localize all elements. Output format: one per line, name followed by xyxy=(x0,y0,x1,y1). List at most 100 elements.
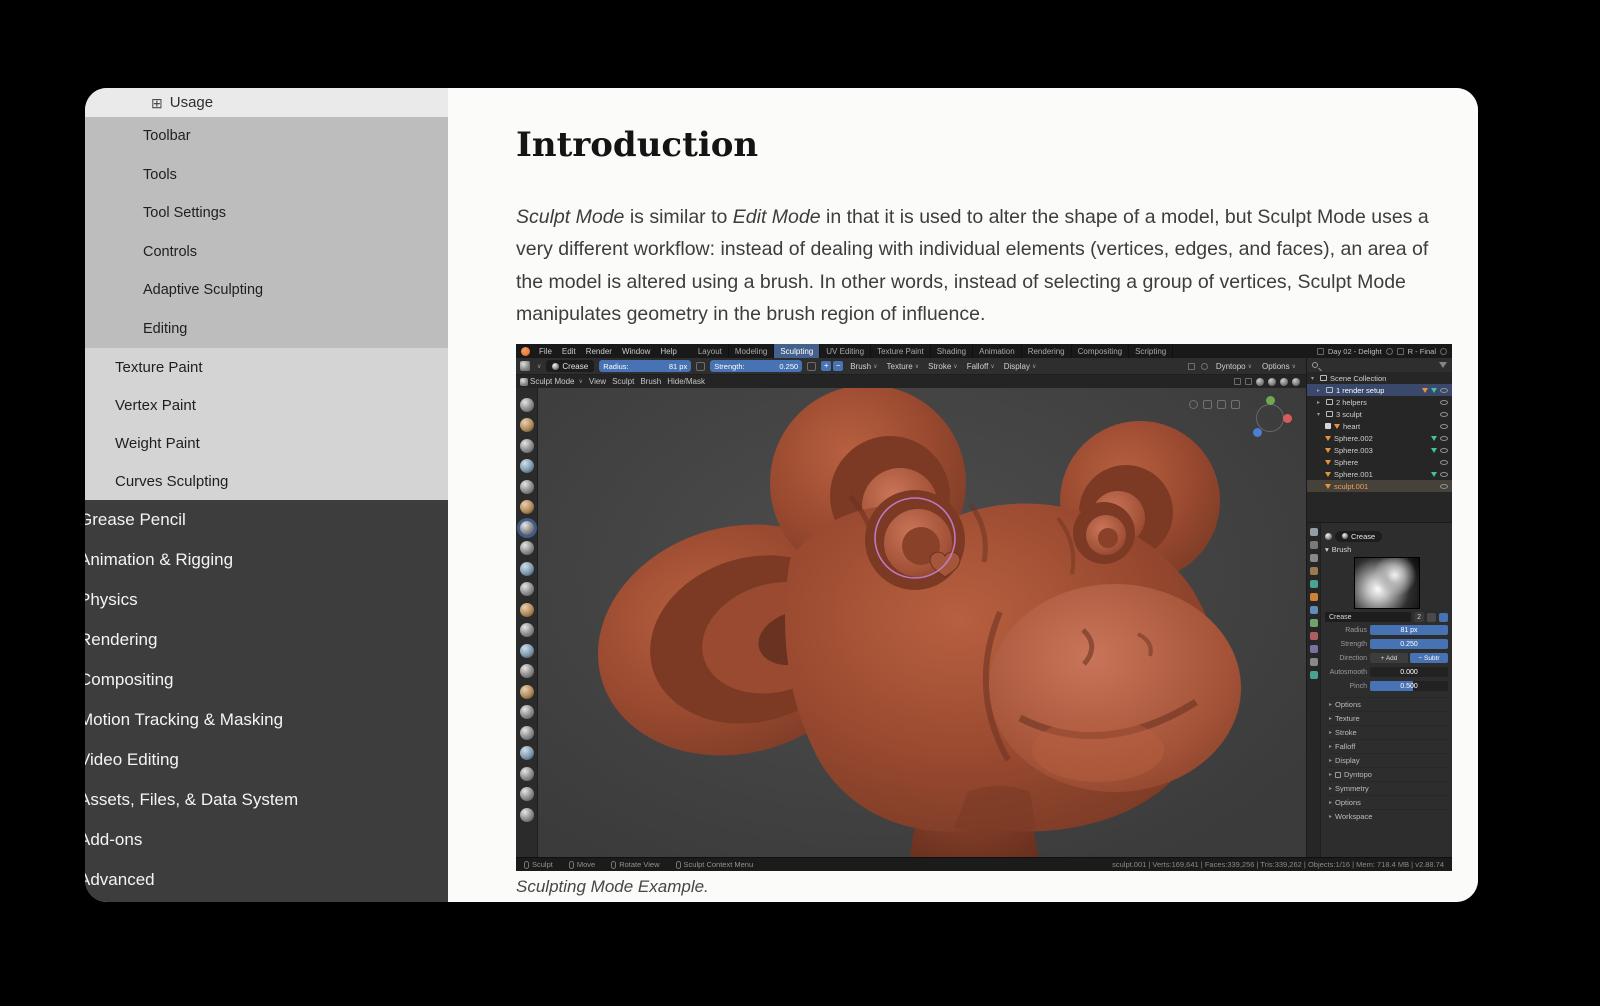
section-texture: ▸ Texture xyxy=(1325,711,1448,725)
mesh-icon xyxy=(1325,435,1331,441)
solid-shading-icon xyxy=(1268,377,1276,386)
mouse-middle-icon xyxy=(611,860,617,869)
inflate-brush-icon xyxy=(519,500,534,514)
selectable-checkbox xyxy=(1325,423,1331,429)
layer-brush-icon xyxy=(519,479,534,494)
docs-sidebar: ⊞ Usage Toolbar Tools Tool Settings Cont… xyxy=(85,88,448,902)
properties-tab-strip xyxy=(1307,523,1321,857)
section-display: ▸ Display xyxy=(1325,753,1448,767)
visibility-eye-icon xyxy=(1440,447,1448,453)
brush-datablock-field: Crease xyxy=(546,360,595,372)
physics-properties-icon xyxy=(1309,632,1318,640)
sidebar-section-usage-children: Toolbar Tools Tool Settings Controls Ada… xyxy=(85,117,448,348)
menu-window: Window xyxy=(621,346,651,356)
brush-icon xyxy=(552,362,560,370)
viewport-header-right xyxy=(1234,377,1306,386)
snap-icon xyxy=(1187,362,1195,370)
properties-content: Crease ▾ Brush Crease 2 Radius 81 px Str… xyxy=(1321,523,1452,857)
outliner-row-helpers: ▸ 2 helpers xyxy=(1307,396,1452,408)
toggle-perspective-icon xyxy=(1231,400,1240,409)
italic-sculpt-mode: Sculpt Mode xyxy=(516,205,625,228)
user-count-badge: 2 xyxy=(1414,612,1424,622)
mode-selector: Sculpt Mode ∨ xyxy=(520,377,583,386)
scene-icon xyxy=(1316,347,1324,355)
brush-name-row: Crease 2 xyxy=(1325,611,1448,623)
collection-icon xyxy=(1326,399,1333,405)
sidebar-item-animation-rigging[interactable]: Animation & Rigging xyxy=(85,540,448,580)
sidebar-item-toolbar[interactable]: Toolbar xyxy=(85,117,448,156)
direction-add-button: + Add xyxy=(1370,653,1408,663)
strength-pressure-icon xyxy=(807,361,817,371)
direction-toggle: + − xyxy=(821,361,844,371)
sidebar-item-usage[interactable]: ⊞ Usage xyxy=(85,88,448,117)
mesh-icon xyxy=(1325,459,1331,465)
sidebar-item-tool-settings[interactable]: Tool Settings xyxy=(85,194,448,233)
sidebar-item-tools[interactable]: Tools xyxy=(85,156,448,195)
sidebar-item-grease-pencil[interactable]: Grease Pencil xyxy=(85,500,448,540)
thumb-brush-icon xyxy=(519,705,534,719)
sidebar-item-editing[interactable]: Editing xyxy=(85,310,448,349)
sidebar-item-weight-paint[interactable]: Weight Paint xyxy=(85,424,448,462)
3d-viewport xyxy=(538,388,1306,857)
italic-edit-mode: Edit Mode xyxy=(732,205,821,228)
navigation-gizmo xyxy=(1248,396,1292,440)
pinch-slider: 0.500 xyxy=(1370,681,1448,691)
tab-scripting: Scripting xyxy=(1129,344,1174,358)
stroke-dropdown: Stroke ∨ xyxy=(928,361,958,371)
outliner-row-sculpt-001: sculpt.001 xyxy=(1307,480,1452,492)
sidebar-item-adaptive-sculpting[interactable]: Adaptive Sculpting xyxy=(85,271,448,310)
mesh-icon xyxy=(1325,483,1331,489)
active-brush-pill: Crease xyxy=(1335,530,1383,542)
menu-help: Help xyxy=(660,346,677,356)
sidebar-item-controls[interactable]: Controls xyxy=(85,233,448,272)
sidebar-item-video-editing[interactable]: Video Editing xyxy=(85,740,448,780)
collection-icon xyxy=(1320,375,1327,381)
status-rotate-view: Rotate View xyxy=(611,860,660,869)
gizmo-x-axis xyxy=(1283,414,1292,423)
properties-panel: Crease ▾ Brush Crease 2 Radius 81 px Str… xyxy=(1306,522,1452,857)
section-stroke: ▸ Stroke xyxy=(1325,725,1448,739)
sidebar-item-motion-tracking[interactable]: Motion Tracking & Masking xyxy=(85,700,448,740)
visibility-eye-icon xyxy=(1440,459,1448,465)
pose-brush-icon xyxy=(519,725,534,740)
pinch-brush-icon xyxy=(519,623,534,637)
sidebar-item-compositing[interactable]: Compositing xyxy=(85,660,448,700)
mesh-icon xyxy=(1334,423,1340,429)
menu-edit: Edit xyxy=(561,346,576,356)
visibility-eye-icon xyxy=(1440,423,1448,429)
sidebar-item-curves-sculpting[interactable]: Curves Sculpting xyxy=(85,462,448,500)
page-title: Introduction xyxy=(516,124,759,165)
smooth-brush-icon xyxy=(519,541,534,555)
mouse-middle-icon xyxy=(568,860,574,869)
scene-collection-row: ▾ Scene Collection xyxy=(1311,373,1387,383)
sidebar-item-physics[interactable]: Physics xyxy=(85,580,448,620)
tab-shading: Shading xyxy=(931,344,974,358)
filter-icon xyxy=(1439,362,1447,368)
data-badge-icon xyxy=(1431,435,1437,441)
scene-properties-icon xyxy=(1309,580,1318,588)
sidebar-item-texture-paint[interactable]: Texture Paint xyxy=(85,348,448,386)
active-tool-icon xyxy=(520,361,530,371)
section-symmetry: ▸ Symmetry xyxy=(1325,781,1448,795)
clay-brush-icon xyxy=(519,438,534,453)
gizmo-z-axis xyxy=(1253,428,1262,437)
section-dyntopo: ▸ Dyntopo xyxy=(1325,767,1448,781)
blender-screenshot-figure[interactable]: File Edit Render Window Help Layout Mode… xyxy=(516,344,1452,871)
rotate-brush-icon xyxy=(519,766,534,781)
sidebar-item-rendering[interactable]: Rendering xyxy=(85,620,448,660)
data-badge-icon xyxy=(1431,387,1437,393)
crease-brush-icon xyxy=(519,520,534,535)
outliner-row-sphere: Sphere xyxy=(1307,456,1452,468)
outliner-row-heart: heart xyxy=(1307,420,1452,432)
section-options: ▸ Options xyxy=(1325,697,1448,711)
sidebar-item-addons[interactable]: Add-ons xyxy=(85,820,448,860)
sidebar-item-vertex-paint[interactable]: Vertex Paint xyxy=(85,386,448,424)
menu-file: File xyxy=(539,346,552,356)
direction-subtract-button: − Subtr xyxy=(1410,653,1448,663)
tab-layout: Layout xyxy=(692,344,729,358)
sidebar-item-advanced[interactable]: Advanced xyxy=(85,860,448,900)
sidebar-item-assets-files[interactable]: Assets, Files, & Data System xyxy=(85,780,448,820)
collection-icon xyxy=(1326,411,1333,417)
status-move: Move xyxy=(568,860,595,869)
sculpt-mode-icon xyxy=(520,377,528,386)
